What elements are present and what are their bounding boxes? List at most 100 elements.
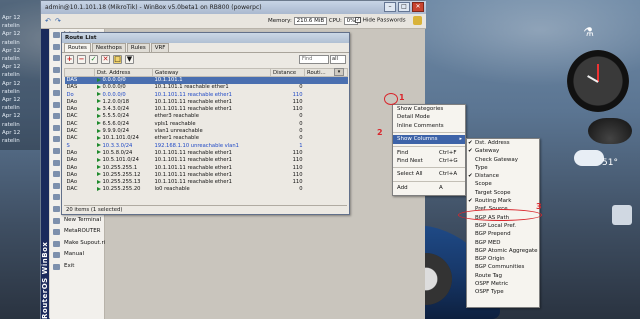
route-dst-address: 10.255.255.1 bbox=[95, 165, 153, 172]
ctx-item-label: Detail Mode bbox=[397, 114, 430, 121]
log-entry: ratelin bbox=[2, 105, 20, 112]
menu-item-manual[interactable]: Manual bbox=[50, 249, 104, 261]
menu-separator bbox=[393, 145, 465, 147]
table-row[interactable]: DAo 10.255.255.13 10.1.101.11 reachable et… bbox=[65, 179, 348, 186]
table-row[interactable]: DAC 6.5.6.0/24 vpls1 reachable 0 bbox=[65, 121, 348, 128]
tab-rules[interactable]: Rules bbox=[126, 43, 150, 52]
route-distance: 0 bbox=[299, 128, 303, 135]
hide-passwords-toggle[interactable]: ✓ Hide Passwords bbox=[355, 17, 406, 24]
ctx-item-find[interactable]: Find Ctrl+F bbox=[393, 149, 465, 157]
table-row[interactable]: DAC 10.255.255.20 lo0 reachable 0 bbox=[65, 186, 348, 193]
column-option-bgp-local-pref[interactable]: BGP Local Pref. bbox=[467, 222, 539, 230]
remove-icon[interactable]: − bbox=[77, 55, 86, 64]
column-option-label: Distance bbox=[475, 173, 500, 180]
column-flags[interactable] bbox=[64, 68, 95, 77]
menu-item-new-terminal[interactable]: New Terminal bbox=[50, 215, 104, 227]
column-option-gateway[interactable]: ✔ Gateway bbox=[467, 147, 539, 155]
table-row[interactable]: DAo 1.2.0.0/18 10.1.101.11 reachable ether… bbox=[65, 99, 348, 106]
table-row[interactable]: DAo 10.5.8.0/24 10.1.101.11 reachable ethe… bbox=[65, 150, 348, 157]
find-input[interactable]: Find bbox=[299, 55, 329, 64]
hide-passwords-checkbox[interactable]: ✓ bbox=[355, 17, 361, 23]
route-flags: S bbox=[66, 142, 70, 149]
column-option-bgp-communities[interactable]: BGP Communities bbox=[467, 263, 539, 271]
column-option-scope[interactable]: Scope bbox=[467, 180, 539, 188]
column-option-type[interactable]: Type bbox=[467, 164, 539, 172]
column-distance[interactable]: Distance bbox=[270, 68, 305, 77]
find-scope-select[interactable]: all bbox=[330, 55, 346, 64]
add-icon[interactable]: + bbox=[65, 55, 74, 64]
route-gateway: ether3 reachable bbox=[154, 113, 199, 120]
dst-address-text: 3.4.3.0/24 bbox=[102, 106, 130, 113]
column-option-bgp-prepend[interactable]: BGP Prepend bbox=[467, 230, 539, 238]
menu-item-exit[interactable]: Exit bbox=[50, 261, 104, 273]
route-flag-icon bbox=[96, 121, 101, 126]
column-option-check-gateway[interactable]: Check Gateway bbox=[467, 156, 539, 164]
filter-icon[interactable]: ▼ bbox=[125, 55, 134, 64]
table-row[interactable]: DAC 10.1.101.0/24 ether1 reachable 0 bbox=[65, 135, 348, 142]
column-option-bgp-med[interactable]: BGP MED bbox=[467, 239, 539, 247]
column-option-distance[interactable]: ✔ Distance bbox=[467, 172, 539, 180]
ctx-item-show-columns[interactable]: Show Columns ▸ bbox=[393, 135, 465, 144]
menu-separator bbox=[393, 180, 465, 182]
route-list-title[interactable]: Route List bbox=[62, 33, 349, 43]
column-option-routing-mark[interactable]: ✔ Routing Mark bbox=[467, 197, 539, 205]
annotation-number: 1 bbox=[399, 93, 405, 102]
checkmark-icon: ✔ bbox=[468, 173, 473, 180]
column-option-label: Scope bbox=[475, 181, 492, 188]
ctx-item-detail-mode[interactable]: Detail Mode bbox=[393, 113, 465, 121]
annotation-number: 2 bbox=[377, 128, 383, 137]
menu-item-make-supout-rif[interactable]: Make Supout.rif bbox=[50, 238, 107, 250]
route-flag-icon bbox=[96, 157, 101, 162]
table-row[interactable]: DAo 10.5.101.0/24 10.1.101.11 reachable et… bbox=[65, 157, 348, 164]
table-row[interactable]: S 10.3.3.0/24 192.168.1.10 unreachable vla… bbox=[65, 143, 348, 150]
column-option-bgp-origin[interactable]: BGP Origin bbox=[467, 255, 539, 263]
column-option-ospf-type[interactable]: OSPF Type bbox=[467, 288, 539, 296]
menu-item-metarouter[interactable]: MetaROUTER bbox=[50, 226, 104, 238]
disable-icon[interactable]: ✕ bbox=[101, 55, 110, 64]
table-row[interactable]: Do 0.0.0.0/0 10.1.101.11 reachable ether1 1… bbox=[65, 92, 348, 99]
enable-icon[interactable]: ✓ bbox=[89, 55, 98, 64]
table-row[interactable]: DAS 0.0.0.0/0 10.1.101.1 reachable ether1 0 bbox=[65, 84, 348, 91]
minimize-button[interactable]: – bbox=[384, 2, 396, 12]
column-option-ospf-metric[interactable]: OSPF Metric bbox=[467, 280, 539, 288]
undo-icon[interactable]: ↶ bbox=[45, 17, 51, 25]
route-distance: 110 bbox=[292, 157, 303, 164]
column-option-route-tag[interactable]: Route Tag bbox=[467, 272, 539, 280]
tab-nexthops[interactable]: Nexthops bbox=[91, 43, 126, 52]
table-row[interactable]: DAC 9.9.9.0/24 vlan1 unreachable 0 bbox=[65, 128, 348, 135]
route-flags: DAS bbox=[64, 76, 95, 85]
dst-address-text: 10.255.255.1 bbox=[102, 164, 138, 171]
dst-address-text: 1.2.0.0/18 bbox=[102, 98, 130, 105]
column-dst-address[interactable]: Dst. Address bbox=[94, 68, 153, 77]
redo-icon[interactable]: ↷ bbox=[55, 17, 61, 25]
ctx-item-find-next[interactable]: Find Next Ctrl+G bbox=[393, 157, 465, 165]
table-row[interactable]: DAo 10.255.255.12 10.1.101.11 reachable et… bbox=[65, 172, 348, 179]
files-icon bbox=[53, 171, 60, 178]
tab-routes[interactable]: Routes bbox=[64, 43, 91, 52]
tab-vrf[interactable]: VRF bbox=[150, 43, 170, 52]
title-bar[interactable]: admin@10.1.101.18 (MikroTik) - WinBox v5… bbox=[41, 1, 426, 14]
ctx-item-select-all[interactable]: Select All Ctrl+A bbox=[393, 170, 465, 178]
tool-icons: ⚗ bbox=[583, 25, 594, 39]
comment-icon[interactable]: □ bbox=[113, 55, 122, 64]
ctx-item-inline-comments[interactable]: Inline Comments bbox=[393, 122, 465, 130]
ctx-item-add[interactable]: Add A bbox=[393, 184, 465, 192]
log-entry: ratelin bbox=[2, 88, 20, 95]
annotation-number: 3 bbox=[536, 202, 542, 211]
column-option-bgp-atomic-aggregate[interactable]: BGP Atomic Aggregate bbox=[467, 247, 539, 255]
table-row[interactable]: DAo 3.4.3.0/24 10.1.101.11 reachable ether… bbox=[65, 106, 348, 113]
maximize-button[interactable]: □ bbox=[398, 2, 410, 12]
dst-address-text: 10.255.255.13 bbox=[102, 179, 141, 186]
table-row[interactable]: DAS 0.0.0.0/0 10.1.101.1 bbox=[64, 76, 348, 85]
column-option-dst-address[interactable]: ✔ Dst. Address bbox=[467, 139, 539, 147]
close-button[interactable]: ✕ bbox=[412, 2, 424, 12]
ctx-item-shortcut: A bbox=[439, 184, 443, 191]
ctx-item-show-categories[interactable]: Show Categories bbox=[393, 105, 465, 113]
columns-dropdown-button[interactable]: ▾ bbox=[334, 68, 344, 76]
route-distance: 0 bbox=[299, 113, 303, 120]
column-option-target-scope[interactable]: Target Scope bbox=[467, 189, 539, 197]
dst-address-text: 10.5.101.0/24 bbox=[102, 157, 139, 164]
column-gateway[interactable]: Gateway bbox=[152, 68, 271, 77]
table-row[interactable]: DAC 5.5.5.0/24 ether3 reachable 0 bbox=[65, 113, 348, 120]
table-row[interactable]: DAo 10.255.255.1 10.1.101.11 reachable eth… bbox=[65, 165, 348, 172]
